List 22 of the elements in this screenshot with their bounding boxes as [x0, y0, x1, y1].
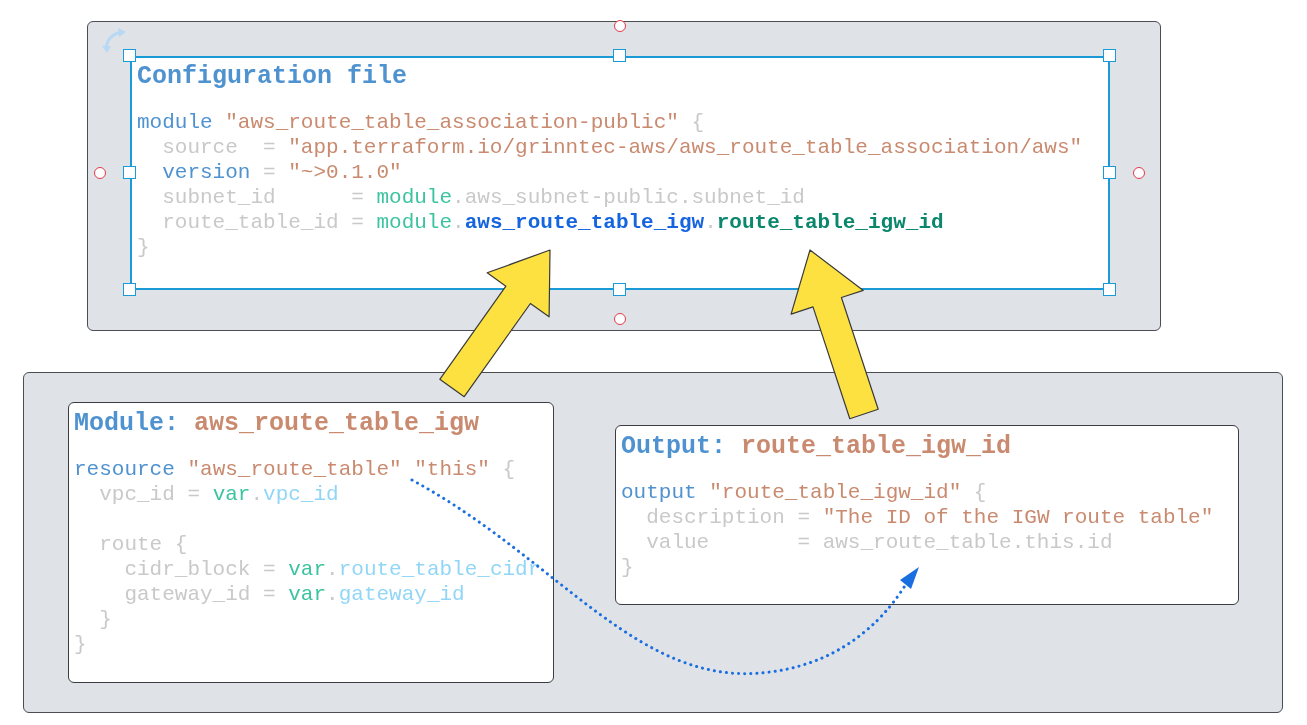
- code-line: output "route_table_igw_id" {: [621, 480, 987, 505]
- resize-handle[interactable]: [1103, 166, 1116, 179]
- code-line: module "aws_route_table_association-public" {: [137, 110, 705, 135]
- resize-handle[interactable]: [123, 283, 136, 296]
- resize-handle[interactable]: [123, 49, 136, 62]
- block-arrow[interactable]: [790, 249, 879, 420]
- code-line: }: [137, 235, 150, 260]
- resize-handle[interactable]: [123, 166, 136, 179]
- code-line: version = "~>0.1.0": [161, 160, 402, 185]
- card-title: Output: route_table_igw_id: [621, 431, 1012, 463]
- code-line: }: [74, 632, 87, 657]
- code-line: }: [98, 607, 112, 632]
- block-arrow[interactable]: [439, 249, 551, 398]
- code-line: }: [621, 555, 634, 580]
- resize-handle[interactable]: [1103, 283, 1116, 296]
- card-title: Module: aws_route_table_igw: [74, 408, 480, 440]
- card-title: Configuration file: [137, 61, 408, 93]
- code-line: resource "aws_route_table" "this" {: [74, 457, 516, 482]
- resize-handle[interactable]: [613, 283, 626, 296]
- resize-handle[interactable]: [613, 49, 626, 62]
- connection-point[interactable]: [614, 20, 626, 32]
- resize-handle[interactable]: [1103, 49, 1116, 62]
